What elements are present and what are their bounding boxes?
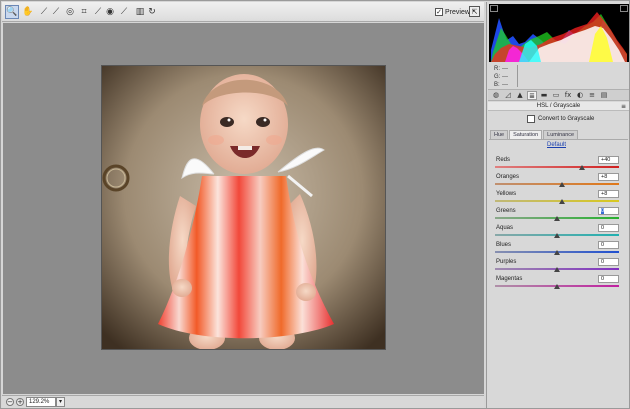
section-title: HSL / Grayscale <box>536 103 581 109</box>
slider-label: Aquas <box>496 225 514 231</box>
slider-row-purples: Purples 0 <box>495 258 621 275</box>
section-header: HSL / Grayscale ≡ <box>488 102 629 111</box>
slider-thumb[interactable] <box>558 182 565 187</box>
preview-toggle[interactable]: ✓ Preview <box>435 8 470 16</box>
slider-thumb[interactable] <box>554 284 560 289</box>
default-link[interactable]: Default <box>547 142 566 148</box>
slider-track[interactable] <box>495 200 619 202</box>
camera-raw-window: 🔍 ✋ ⟋ ⟋ ◎ ⌗ ⟋ ◉ ⟋ ▥ ↻ ✓ Preview ⇱ − + 12… <box>0 0 630 409</box>
crop-icon[interactable]: ⌗ <box>77 5 91 19</box>
slider-label: Greens <box>496 208 516 214</box>
slider-row-reds: Reds +40 <box>495 156 621 173</box>
slider-value-field[interactable]: 0 <box>598 258 619 266</box>
highlight-clipping-icon[interactable] <box>620 5 628 12</box>
slider-value-field[interactable]: +8 <box>598 173 619 181</box>
slider-thumb[interactable] <box>554 233 560 238</box>
zoom-level-field[interactable]: 129.2% <box>26 397 56 407</box>
slider-row-aquas: Aquas 0 <box>495 224 621 241</box>
slider-value-text: 0 <box>601 208 605 214</box>
target-icon[interactable]: ◎ <box>63 5 77 19</box>
slider-value-field[interactable]: 0 <box>598 207 619 215</box>
photo-preview <box>102 66 385 349</box>
adjustments-panel: R: --- G: --- B: --- ◍ ◿ ▲ ≣ ▬ ▭ fx ◐ ≡ ▤ HSL / Gray… <box>486 2 629 408</box>
hsl-icon[interactable]: ≣ <box>527 91 537 100</box>
g-value: --- <box>502 74 508 80</box>
slider-value-field[interactable]: 0 <box>598 275 619 283</box>
slider-track[interactable] <box>495 183 619 185</box>
slider-row-magentas: Magentas 0 <box>495 275 621 292</box>
r-value: --- <box>502 66 508 72</box>
fullscreen-icon[interactable]: ⇱ <box>469 6 480 17</box>
slider-value-field[interactable]: +8 <box>598 190 619 198</box>
b-label: B: <box>494 82 500 88</box>
histogram-graph <box>491 12 627 62</box>
slider-label: Oranges <box>496 174 520 180</box>
shadow-clipping-icon[interactable] <box>490 5 498 12</box>
convert-grayscale-checkbox[interactable] <box>527 115 535 123</box>
slider-row-greens: Greens 0 <box>495 207 621 224</box>
convert-grayscale-option[interactable]: Convert to Grayscale <box>527 115 594 123</box>
slider-row-yellows: Yellows +8 <box>495 190 621 207</box>
slider-label: Magentas <box>496 276 523 282</box>
zoom-out-icon[interactable]: − <box>6 398 14 406</box>
slider-label: Yellows <box>496 191 517 197</box>
toolbar: 🔍 ✋ ⟋ ⟋ ◎ ⌗ ⟋ ◉ ⟋ ▥ ↻ ✓ Preview ⇱ <box>2 2 484 22</box>
fx-icon[interactable]: fx <box>563 91 573 100</box>
slider-thumb[interactable] <box>558 199 565 204</box>
presets-icon[interactable]: ≡ <box>587 91 597 100</box>
slider-thumb[interactable] <box>578 165 585 170</box>
zoom-dropdown-icon[interactable]: ▾ <box>56 397 65 407</box>
preview-label: Preview <box>445 8 470 16</box>
convert-grayscale-label: Convert to Grayscale <box>538 116 595 122</box>
camera-calibration-icon[interactable]: ◐ <box>575 91 585 100</box>
slider-label: Blues <box>496 242 512 248</box>
panel-icon-tabs: ◍ ◿ ▲ ≣ ▬ ▭ fx ◐ ≡ ▤ <box>488 89 629 101</box>
hand-icon[interactable]: ✋ <box>21 5 35 19</box>
slider-thumb[interactable] <box>554 250 560 255</box>
eye-icon[interactable]: ◉ <box>103 5 117 19</box>
zoom-in-icon[interactable]: + <box>16 398 24 406</box>
slider-row-oranges: Oranges +8 <box>495 173 621 190</box>
b-value: --- <box>502 82 508 88</box>
slider-thumb[interactable] <box>554 267 560 272</box>
basic-icon[interactable]: ◍ <box>491 91 501 100</box>
rotate-icon[interactable]: ↻ <box>145 5 159 19</box>
color-sampler-icon[interactable]: ⟋ <box>49 5 63 19</box>
status-bar: − + 129.2% ▾ <box>2 395 484 408</box>
zoom-icon[interactable]: 🔍 <box>5 5 19 19</box>
rgb-readout: R: --- G: --- B: --- <box>494 65 510 89</box>
histogram <box>489 4 629 62</box>
tab-hue[interactable]: Hue <box>490 130 509 139</box>
slider-track[interactable] <box>495 166 619 168</box>
split-toning-icon[interactable]: ▬ <box>539 91 549 100</box>
panel-menu-icon[interactable]: ≡ <box>621 102 626 111</box>
slider-label: Purples <box>496 259 517 265</box>
slider-label: Reds <box>496 157 511 163</box>
g-label: G: <box>494 74 501 80</box>
slider-value-field[interactable]: 0 <box>598 224 619 232</box>
snapshots-icon[interactable]: ▤ <box>599 91 609 100</box>
slider-thumb[interactable] <box>554 216 560 221</box>
lens-icon[interactable]: ▭ <box>551 91 561 100</box>
r-label: R: <box>494 66 500 72</box>
preview-checkbox[interactable]: ✓ <box>435 8 443 16</box>
detail-icon[interactable]: ▲ <box>515 91 525 100</box>
baby-photo <box>102 66 385 349</box>
divider <box>517 65 518 87</box>
slider-value-field[interactable]: 0 <box>598 241 619 249</box>
image-canvas[interactable] <box>3 23 484 394</box>
tone-curve-icon[interactable]: ◿ <box>503 91 513 100</box>
tab-luminance[interactable]: Luminance <box>543 130 579 139</box>
slider-row-blues: Blues 0 <box>495 241 621 258</box>
slider-value-field[interactable]: +40 <box>598 156 619 164</box>
brush-icon[interactable]: ⟋ <box>117 5 131 19</box>
tab-saturation[interactable]: Saturation <box>509 130 543 139</box>
